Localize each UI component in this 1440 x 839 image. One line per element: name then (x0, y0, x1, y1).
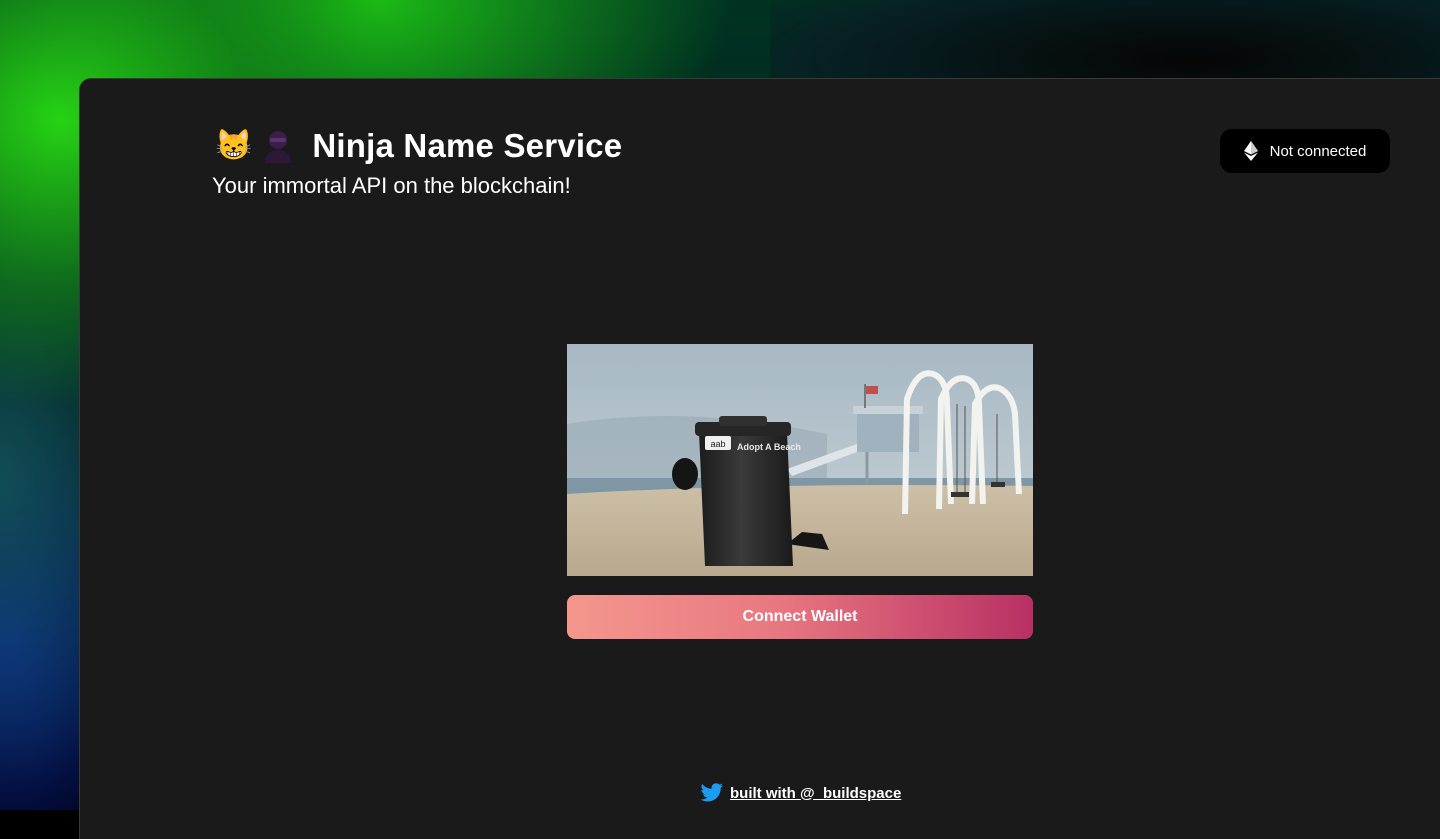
beach-scene-image: aab Adopt A Beach (567, 344, 1033, 576)
network-status-badge[interactable]: Not connected (1220, 129, 1390, 173)
cat-emoji-icon: 😸 (215, 129, 253, 162)
app-window: 😸 Ninja Name Service Your immortal API o… (79, 78, 1440, 839)
desktop-background-shade (770, 0, 1440, 90)
ninja-gif: aab Adopt A Beach (567, 344, 1033, 576)
bin-label: Adopt A Beach (737, 442, 801, 452)
page-subtitle: Your immortal API on the blockchain! (212, 173, 571, 198)
connection-status-label: Not connected (1269, 142, 1367, 160)
title-row: 😸 Ninja Name Service (215, 127, 622, 165)
page-title: Ninja Name Service (312, 127, 623, 164)
buildspace-link[interactable]: built with @_buildspace (730, 785, 901, 802)
ethereum-icon (1243, 141, 1258, 161)
bin-logo: aab (710, 439, 725, 449)
header: 😸 Ninja Name Service Your immortal API o… (212, 127, 622, 199)
footer: built with @_buildspace (700, 783, 901, 803)
connect-wallet-button[interactable]: Connect Wallet (567, 595, 1033, 639)
ninja-icon (265, 131, 292, 163)
twitter-icon (700, 783, 723, 802)
